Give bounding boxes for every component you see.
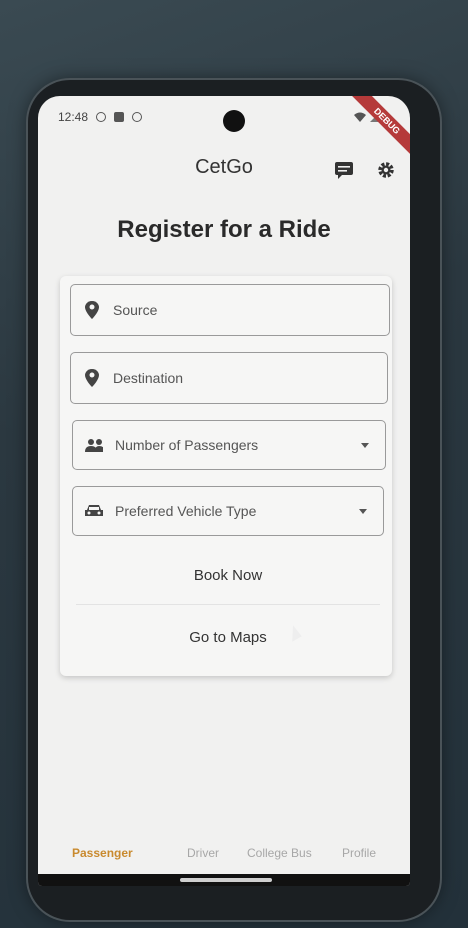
- people-icon: [85, 436, 103, 454]
- chat-icon: [335, 162, 353, 179]
- home-indicator[interactable]: [180, 878, 272, 882]
- chat-button[interactable]: [332, 158, 356, 182]
- sim-icon: [114, 112, 125, 122]
- source-input[interactable]: Source: [70, 284, 390, 336]
- vehicle-label: Preferred Vehicle Type: [115, 503, 257, 519]
- tab-college-bus[interactable]: College Bus: [247, 846, 312, 860]
- app-bar-actions: [332, 158, 398, 182]
- bottom-navigation: Passenger Driver College Bus Profile: [38, 840, 410, 868]
- tab-passenger[interactable]: Passenger: [72, 846, 133, 860]
- passengers-label: Number of Passengers: [115, 437, 259, 453]
- car-icon: [85, 502, 103, 520]
- go-to-maps-button[interactable]: Go to Maps: [76, 608, 380, 666]
- destination-input[interactable]: Destination: [70, 352, 388, 404]
- app-screen: 12:48 DEBUG CetGo Register for a Ride So…: [38, 96, 410, 886]
- wifi-icon: [354, 112, 366, 122]
- page-title: Register for a Ride: [117, 216, 331, 243]
- chevron-down-icon: [361, 443, 369, 448]
- passengers-dropdown[interactable]: Number of Passengers: [72, 420, 386, 470]
- clock: 12:48: [58, 110, 89, 124]
- source-placeholder: Source: [113, 302, 158, 318]
- vehicle-type-dropdown[interactable]: Preferred Vehicle Type: [72, 486, 384, 536]
- notification-icon: [132, 112, 143, 122]
- destination-placeholder: Destination: [113, 370, 184, 386]
- location-pin-icon: [83, 301, 101, 319]
- status-bar: 12:48: [58, 110, 143, 124]
- tab-profile[interactable]: Profile: [342, 846, 376, 860]
- chevron-down-icon: [359, 509, 367, 514]
- location-pin-icon: [83, 369, 101, 387]
- settings-button[interactable]: [374, 158, 398, 182]
- settings-icon: [378, 162, 394, 178]
- debug-ribbon: DEBUG: [350, 96, 410, 158]
- camera-cutout: [223, 110, 245, 132]
- book-now-button[interactable]: Book Now: [76, 546, 380, 605]
- tab-driver[interactable]: Driver: [187, 846, 219, 860]
- ride-form-card: Source Destination Number of Passengers …: [60, 276, 392, 676]
- do-not-disturb-icon: [96, 112, 107, 122]
